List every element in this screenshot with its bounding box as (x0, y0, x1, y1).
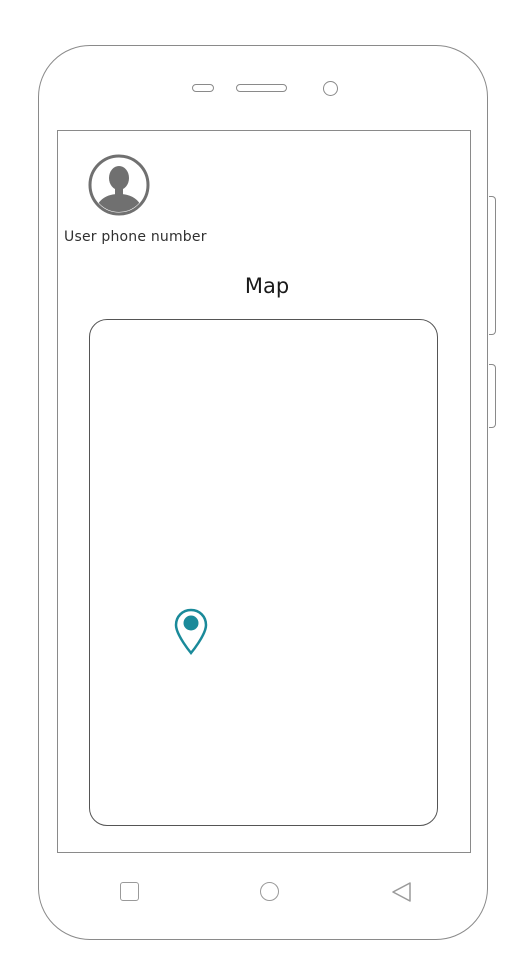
speaker-grille (236, 84, 287, 92)
volume-button (489, 196, 496, 335)
recents-button[interactable] (120, 882, 139, 901)
back-button[interactable] (390, 880, 414, 904)
front-camera (323, 81, 338, 96)
map-title: Map (244, 274, 290, 298)
user-phone-number: User phone number (64, 229, 207, 245)
triangle-back-icon (392, 882, 411, 902)
sensor-slot (192, 84, 214, 92)
map-view[interactable] (89, 319, 438, 826)
location-pin-icon[interactable] (174, 608, 208, 656)
user-avatar-icon[interactable] (88, 154, 150, 216)
power-button (489, 364, 496, 428)
home-button[interactable] (260, 882, 279, 901)
